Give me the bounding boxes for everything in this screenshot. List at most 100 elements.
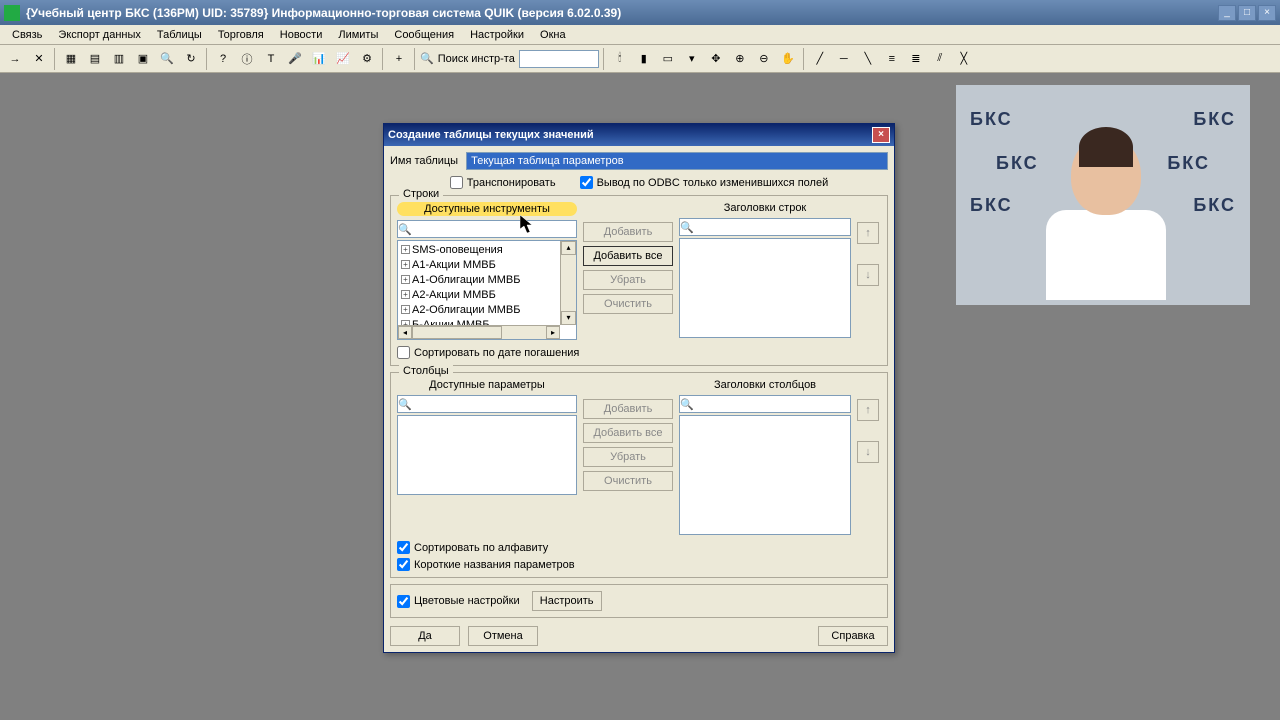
tool-line7-icon[interactable]: ╳ <box>953 48 975 70</box>
menu-tables[interactable]: Таблицы <box>149 27 210 43</box>
tool-line2-icon[interactable]: ─ <box>833 48 855 70</box>
mdi-workspace: БКС БКС БКС БКС БКС БКС Создание таблицы… <box>0 73 1280 720</box>
menu-svyaz[interactable]: Связь <box>4 27 50 43</box>
tool-line5-icon[interactable]: ≣ <box>905 48 927 70</box>
menu-settings[interactable]: Настройки <box>462 27 532 43</box>
tool-text-icon[interactable]: T <box>260 48 282 70</box>
color-settings-checkbox[interactable] <box>397 595 410 608</box>
search-input[interactable] <box>519 50 599 68</box>
cols-fieldset: Столбцы Доступные параметры 🔍 Добавить Д… <box>390 372 888 578</box>
menu-messages[interactable]: Сообщения <box>386 27 462 43</box>
short-names-checkbox[interactable] <box>397 558 410 571</box>
tool-chart2-icon[interactable]: 📈 <box>332 48 354 70</box>
tool-move-icon[interactable]: ✥ <box>705 48 727 70</box>
search-icon: 🔍 <box>420 52 434 65</box>
close-button[interactable]: × <box>1258 5 1276 21</box>
tool-disconnect-icon[interactable]: ✕ <box>28 48 50 70</box>
tool-info-icon[interactable]: ⓘ <box>236 48 258 70</box>
move-down-button[interactable]: ↓ <box>857 264 879 286</box>
tool-table3-icon[interactable]: ▥ <box>108 48 130 70</box>
expand-icon[interactable]: + <box>401 275 410 284</box>
tool-chart3-icon[interactable]: ⚙ <box>356 48 378 70</box>
scroll-left-icon[interactable]: ◂ <box>398 326 412 339</box>
rows-headers-search: 🔍 <box>679 218 851 236</box>
tool-interval-icon[interactable]: ▭ <box>657 48 679 70</box>
tool-candle-icon[interactable]: 🕯 <box>609 48 631 70</box>
available-instruments-label: Доступные инструменты <box>397 202 577 216</box>
instrument-search: 🔍 Поиск инстр-та <box>420 50 599 68</box>
expand-icon[interactable]: + <box>401 290 410 299</box>
tool-hand-icon[interactable]: ✋ <box>777 48 799 70</box>
row-headers-list[interactable] <box>679 238 851 338</box>
scroll-thumb[interactable] <box>412 326 502 339</box>
tool-line4-icon[interactable]: ≡ <box>881 48 903 70</box>
move-up-button[interactable]: ↑ <box>857 222 879 244</box>
tool-line1-icon[interactable]: ╱ <box>809 48 831 70</box>
minimize-button[interactable]: _ <box>1218 5 1236 21</box>
transpose-checkbox[interactable] <box>450 176 463 189</box>
cols-remove-button[interactable]: Убрать <box>583 447 673 467</box>
tool-line3-icon[interactable]: ╲ <box>857 48 879 70</box>
expand-icon[interactable]: + <box>401 245 410 254</box>
tool-zoomout-icon[interactable]: ⊖ <box>753 48 775 70</box>
menu-export[interactable]: Экспорт данных <box>50 27 148 43</box>
cols-move-up-button[interactable]: ↑ <box>857 399 879 421</box>
tool-connect-icon[interactable]: → <box>4 48 26 70</box>
rows-add-button[interactable]: Добавить <box>583 222 673 242</box>
cols-move-down-button[interactable]: ↓ <box>857 441 879 463</box>
cols-available-search-input[interactable] <box>412 396 576 412</box>
row-headers-label: Заголовки строк <box>679 202 851 214</box>
ok-button[interactable]: Да <box>390 626 460 646</box>
rows-remove-button[interactable]: Убрать <box>583 270 673 290</box>
maximize-button[interactable]: □ <box>1238 5 1256 21</box>
menu-trading[interactable]: Торговля <box>210 27 272 43</box>
menu-news[interactable]: Новости <box>272 27 331 43</box>
scroll-right-icon[interactable]: ▸ <box>546 326 560 339</box>
menu-limits[interactable]: Лимиты <box>330 27 386 43</box>
tool-table4-icon[interactable]: ▣ <box>132 48 154 70</box>
rows-available-search-input[interactable] <box>412 221 576 237</box>
list-item: +А1-Акции ММВБ <box>399 257 575 272</box>
sort-by-date-checkbox[interactable] <box>397 346 410 359</box>
cols-clear-button[interactable]: Очистить <box>583 471 673 491</box>
help-button[interactable]: Справка <box>818 626 888 646</box>
menu-windows[interactable]: Окна <box>532 27 574 43</box>
create-table-dialog: Создание таблицы текущих значений × Имя … <box>383 123 895 653</box>
tool-line6-icon[interactable]: ⫽ <box>929 48 951 70</box>
rows-add-all-button[interactable]: Добавить все <box>583 246 673 266</box>
col-headers-list[interactable] <box>679 415 851 535</box>
cols-available-search: 🔍 <box>397 395 577 413</box>
tool-table2-icon[interactable]: ▤ <box>84 48 106 70</box>
scroll-up-icon[interactable]: ▴ <box>561 241 576 255</box>
rows-clear-button[interactable]: Очистить <box>583 294 673 314</box>
tool-bar-icon[interactable]: ▮ <box>633 48 655 70</box>
available-params-list[interactable] <box>397 415 577 495</box>
available-instruments-list[interactable]: +SMS-оповещения +А1-Акции ММВБ +А1-Облиг… <box>397 240 577 340</box>
table-name-input[interactable] <box>466 152 888 170</box>
tool-dropdown-icon[interactable]: ▾ <box>681 48 703 70</box>
dialog-close-button[interactable]: × <box>872 127 890 143</box>
tool-mic-icon[interactable]: 🎤 <box>284 48 306 70</box>
vscrollbar[interactable]: ▴ ▾ <box>560 241 576 325</box>
tool-search-icon[interactable]: 🔍 <box>156 48 178 70</box>
tool-chart1-icon[interactable]: 📊 <box>308 48 330 70</box>
cols-add-all-button[interactable]: Добавить все <box>583 423 673 443</box>
col-headers-label: Заголовки столбцов <box>679 379 851 391</box>
odbc-checkbox[interactable] <box>580 176 593 189</box>
expand-icon[interactable]: + <box>401 260 410 269</box>
tool-zoomin-icon[interactable]: ⊕ <box>729 48 751 70</box>
configure-button[interactable]: Настроить <box>532 591 602 611</box>
expand-icon[interactable]: + <box>401 305 410 314</box>
hscrollbar[interactable]: ◂ ▸ <box>398 325 560 339</box>
cols-add-button[interactable]: Добавить <box>583 399 673 419</box>
scroll-down-icon[interactable]: ▾ <box>561 311 576 325</box>
tool-refresh-icon[interactable]: ↻ <box>180 48 202 70</box>
cols-headers-search-input[interactable] <box>694 396 850 412</box>
tool-plus-icon[interactable]: + <box>388 48 410 70</box>
cancel-button[interactable]: Отмена <box>468 626 538 646</box>
tool-table1-icon[interactable]: ▦ <box>60 48 82 70</box>
rows-headers-search-input[interactable] <box>694 219 850 235</box>
tool-help-icon[interactable]: ? <box>212 48 234 70</box>
sort-alpha-checkbox[interactable] <box>397 541 410 554</box>
app-titlebar: {Учебный центр БКС (136PM) UID: 35789} И… <box>0 0 1280 25</box>
